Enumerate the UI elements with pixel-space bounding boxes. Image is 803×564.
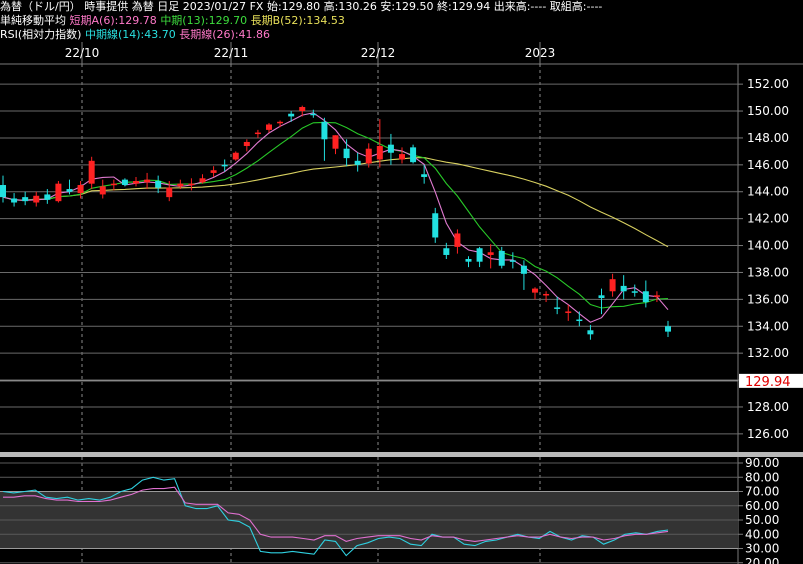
rsi-tick-label: 40.00 — [745, 527, 779, 541]
candle-body — [620, 285, 627, 292]
candle-body — [631, 291, 638, 293]
candle-body — [232, 152, 239, 160]
candle-body — [498, 250, 505, 266]
candle-body — [110, 183, 117, 186]
price-chart[interactable]: 22/1022/1122/122023126.00128.00130.00132… — [0, 0, 803, 564]
candle-body — [44, 194, 51, 200]
candle-body — [576, 319, 583, 322]
y-tick-label: 140.00 — [747, 239, 789, 253]
candle-body — [454, 233, 461, 247]
rsi-tick-label: 20.00 — [745, 556, 779, 564]
candle-body — [166, 187, 173, 198]
candle-body — [410, 147, 417, 163]
candle-body — [177, 183, 184, 187]
rsi-tick-label: 70.00 — [745, 485, 779, 499]
y-tick-label: 150.00 — [747, 104, 789, 118]
candle-body — [321, 121, 328, 140]
candle-body — [365, 148, 372, 164]
candle-body — [443, 248, 450, 255]
x-tick-label: 22/10 — [65, 46, 100, 60]
candle-body — [310, 113, 317, 116]
candle-body — [609, 279, 616, 292]
candle-body — [11, 198, 18, 203]
candle-body — [565, 311, 572, 313]
rsi-tick-label: 80.00 — [745, 470, 779, 484]
y-tick-label: 138.00 — [747, 265, 789, 279]
y-tick-label: 148.00 — [747, 131, 789, 145]
candle-body — [88, 160, 95, 184]
candle-body — [299, 107, 306, 112]
y-tick-label: 134.00 — [747, 319, 789, 333]
candle-body — [121, 179, 128, 186]
candle-body — [343, 148, 350, 159]
candle-body — [421, 174, 428, 177]
candle-body — [509, 260, 516, 262]
candle-body — [199, 178, 206, 183]
candle-body — [587, 330, 594, 335]
x-tick-label: 22/12 — [361, 46, 396, 60]
candle-body — [210, 170, 217, 173]
y-tick-label: 152.00 — [747, 77, 789, 91]
candle-body — [77, 185, 84, 194]
candle-body — [387, 144, 394, 153]
y-tick-label: 128.00 — [747, 400, 789, 414]
candle-body — [399, 154, 405, 160]
y-tick-label: 142.00 — [747, 212, 789, 226]
candle-body — [188, 183, 195, 186]
candle-body — [243, 141, 250, 147]
rsi-tick-label: 30.00 — [745, 542, 779, 556]
candle-body — [476, 248, 483, 262]
candle-body — [376, 146, 383, 160]
rsi-tick-label: 50.00 — [745, 513, 779, 527]
candle-body — [266, 124, 272, 130]
candle-body — [155, 180, 162, 188]
candle-body — [33, 195, 40, 203]
candle-body — [288, 113, 295, 117]
candle-body — [665, 326, 671, 332]
candle-body — [55, 183, 62, 202]
candle-body — [554, 307, 561, 309]
last-price-label: 129.94 — [745, 375, 791, 390]
y-tick-label: 132.00 — [747, 346, 789, 360]
x-tick-label: 2023 — [525, 46, 556, 60]
candle-body — [642, 291, 649, 303]
x-tick-label: 22/11 — [214, 46, 249, 60]
candle-body — [277, 121, 284, 124]
pane-separator — [0, 452, 803, 457]
candle-body — [432, 213, 439, 238]
candle-body — [144, 179, 151, 183]
candle-body — [254, 132, 261, 135]
ma-long-line — [2, 157, 669, 248]
candle-body — [354, 160, 361, 165]
candle-body — [66, 189, 73, 192]
candle-body — [543, 293, 550, 296]
candle-body — [487, 252, 494, 255]
candle-body — [99, 186, 106, 195]
candle-body — [520, 265, 527, 274]
candle-body — [653, 295, 660, 297]
candle-body — [465, 259, 472, 262]
y-tick-label: 136.00 — [747, 292, 789, 306]
rsi-tick-label: 60.00 — [745, 499, 779, 513]
candle-body — [133, 180, 139, 184]
candle-body — [0, 185, 6, 198]
candle-body — [221, 164, 228, 167]
y-tick-label: 146.00 — [747, 158, 789, 172]
candle-body — [598, 295, 605, 299]
candle-body — [532, 288, 538, 293]
y-tick-label: 144.00 — [747, 185, 789, 199]
candle-body — [22, 197, 29, 202]
rsi-tick-label: 90.00 — [745, 456, 779, 470]
y-tick-label: 126.00 — [747, 427, 789, 441]
candle-body — [332, 135, 339, 149]
